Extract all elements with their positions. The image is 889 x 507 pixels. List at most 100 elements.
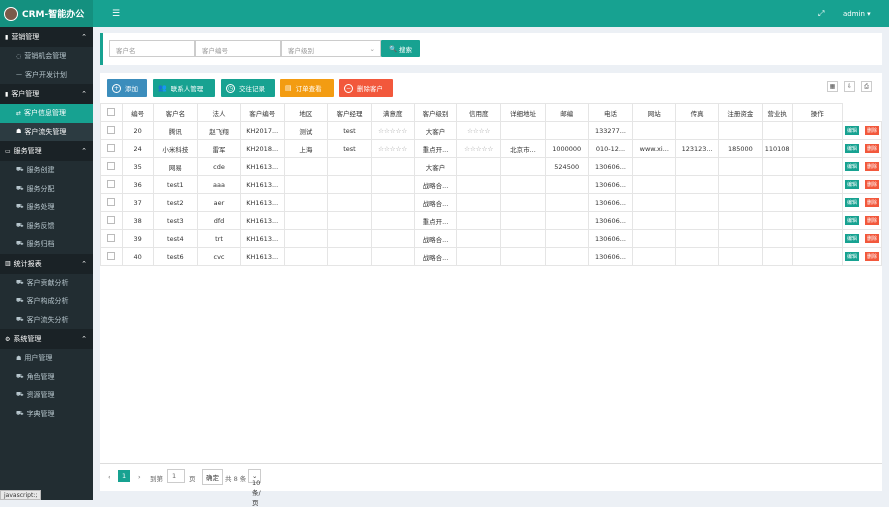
sidebar-group-customer[interactable]: ▮ 客户管理 ⌃: [0, 84, 93, 104]
page-size-select[interactable]: 10 条/页 ⌄: [248, 469, 262, 507]
edit-button[interactable]: 编辑: [844, 126, 859, 135]
sidebar-item-resources[interactable]: ⛟ 资源管理: [0, 386, 93, 405]
column-header[interactable]: 信用度: [456, 103, 502, 122]
sidebar-item-service-assign[interactable]: ⛟ 服务分配: [0, 180, 93, 199]
column-header[interactable]: 地区: [283, 103, 329, 122]
sidebar-item-dictionary[interactable]: ⛟ 字典管理: [0, 405, 93, 424]
row-checkbox[interactable]: [107, 125, 116, 134]
row-checkbox[interactable]: [107, 215, 116, 224]
edit-button[interactable]: 编辑: [844, 216, 859, 225]
row-checkbox-cell[interactable]: [100, 229, 123, 248]
table-row[interactable]: 38 test3 dfd KH1613... 重点开... 130606... 编辑 删除: [100, 211, 883, 230]
sidebar-item-customer-info[interactable]: ⇄ 客户信息管理: [0, 104, 93, 123]
fullscreen-icon[interactable]: ⤢: [818, 9, 824, 19]
sidebar-item-composition[interactable]: ⛟ 客户构成分析: [0, 292, 93, 311]
table-row[interactable]: 24 小米科技 雷军 KH2018... 上海 test ☆☆☆☆☆ 重点开... ☆☆☆☆☆ 北…: [100, 139, 883, 158]
row-checkbox[interactable]: [107, 197, 116, 206]
edit-button[interactable]: 编辑: [844, 252, 859, 261]
edit-button[interactable]: 编辑: [844, 180, 859, 189]
column-header[interactable]: 注册资金: [718, 103, 763, 122]
delete-button[interactable]: 删除: [864, 162, 879, 171]
user-menu[interactable]: admin ▾: [843, 10, 871, 18]
column-header[interactable]: 网站: [632, 103, 677, 122]
column-header[interactable]: 客户名: [152, 103, 199, 122]
delete-button[interactable]: 删除: [864, 180, 879, 189]
delete-customer-button[interactable]: − 删除客户: [339, 79, 393, 97]
delete-button[interactable]: 删除: [864, 198, 879, 207]
row-checkbox[interactable]: [107, 143, 116, 152]
column-header[interactable]: 电话: [587, 103, 634, 122]
row-checkbox[interactable]: [107, 251, 116, 260]
sidebar-group-reports[interactable]: ▥ 统计报表 ⌃: [0, 253, 93, 274]
row-checkbox[interactable]: [107, 161, 116, 170]
orders-button[interactable]: ▤ 订单查看: [280, 79, 334, 97]
sidebar-item-service-archive[interactable]: ⛟ 服务归档: [0, 235, 93, 254]
customer-id-input[interactable]: 客户编号: [195, 40, 281, 57]
column-header[interactable]: 邮编: [544, 103, 589, 122]
delete-button[interactable]: 删除: [864, 144, 879, 153]
edit-button[interactable]: 编辑: [844, 144, 859, 153]
delete-button[interactable]: 删除: [864, 216, 879, 225]
row-checkbox-cell[interactable]: [100, 121, 123, 140]
row-checkbox[interactable]: [107, 179, 116, 188]
column-header[interactable]: 客户经理: [327, 103, 372, 122]
row-checkbox-cell[interactable]: [100, 193, 123, 212]
sidebar-item-users[interactable]: ☗ 用户管理: [0, 349, 93, 368]
prev-page-icon[interactable]: ‹: [108, 473, 111, 481]
columns-icon[interactable]: ▦: [827, 81, 838, 92]
sidebar-item-roles[interactable]: ⛟ 角色管理: [0, 368, 93, 387]
sidebar-item-loss-analysis[interactable]: ⛟ 客户流失分析: [0, 311, 93, 330]
goto-page-input[interactable]: 1: [167, 469, 185, 483]
delete-button[interactable]: 删除: [864, 126, 879, 135]
column-header[interactable]: 编号: [121, 103, 154, 122]
edit-button[interactable]: 编辑: [844, 198, 859, 207]
goto-confirm-button[interactable]: 确定: [202, 469, 223, 485]
sidebar-group-marketing[interactable]: ▮ 营销管理 ⌃: [0, 27, 93, 47]
next-page-icon[interactable]: ›: [138, 473, 141, 481]
column-header[interactable]: 详细地址: [500, 103, 546, 122]
table-row[interactable]: 40 test6 cvc KH1613... 战略合... 130606... 编辑 删除: [100, 247, 883, 266]
sidebar-item-customer-loss[interactable]: ☗ 客户流失管理: [0, 122, 93, 141]
sidebar-item-opportunity[interactable]: ◌ 营销机会管理: [0, 47, 93, 66]
row-checkbox-cell[interactable]: [100, 139, 123, 158]
records-button[interactable]: ◷ 交往记录: [221, 79, 275, 97]
column-header[interactable]: 传真: [675, 103, 720, 122]
edit-button[interactable]: 编辑: [844, 162, 859, 171]
sidebar-group-service[interactable]: ▭ 服务管理 ⌃: [0, 141, 93, 161]
column-header[interactable]: 操作: [791, 103, 843, 122]
column-header[interactable]: 营业执: [761, 103, 793, 122]
table-row[interactable]: 36 test1 aaa KH1613... 战略合... 130606... 编辑 删除: [100, 175, 883, 194]
table-row[interactable]: 20 腾讯 赵飞翔 KH2017... 测试 test ☆☆☆☆☆ 大客户 ☆☆☆☆ 133277…: [100, 121, 883, 140]
row-checkbox-cell[interactable]: [100, 247, 123, 266]
delete-button[interactable]: 删除: [864, 252, 879, 261]
search-button[interactable]: 🔍 搜索: [381, 40, 420, 57]
print-icon[interactable]: ⎙: [861, 81, 872, 92]
delete-button[interactable]: 删除: [864, 234, 879, 243]
row-checkbox[interactable]: [107, 233, 116, 242]
sidebar-item-dev-plan[interactable]: — 客户开发计划: [0, 66, 93, 85]
sidebar-item-contribution[interactable]: ⛟ 客户贡献分析: [0, 274, 93, 293]
sidebar-item-service-feedback[interactable]: ⛟ 服务反馈: [0, 217, 93, 236]
add-button[interactable]: + 添加: [107, 79, 147, 97]
row-checkbox-cell[interactable]: [100, 211, 123, 230]
page-1-button[interactable]: 1: [118, 470, 131, 482]
table-row[interactable]: 39 test4 trt KH1613... 战略合... 130606... 编辑 删除: [100, 229, 883, 248]
customer-name-input[interactable]: 客户名: [109, 40, 195, 57]
sidebar-group-system[interactable]: ⚙ 系统管理 ⌃: [0, 329, 93, 349]
sidebar-item-service-create[interactable]: ⛟ 服务创建: [0, 161, 93, 180]
customer-level-select[interactable]: 客户级别 ⌄: [281, 40, 381, 57]
row-checkbox-cell[interactable]: [100, 175, 123, 194]
sidebar-item-service-process[interactable]: ⛟ 服务处理: [0, 198, 93, 217]
table-row[interactable]: 37 test2 aer KH1613... 战略合... 130606... 编辑 删除: [100, 193, 883, 212]
column-header[interactable]: 客户编号: [239, 103, 285, 122]
column-header[interactable]: 满意度: [370, 103, 415, 122]
contacts-button[interactable]: 👥 联系人管理: [153, 79, 215, 97]
table-row[interactable]: 35 网易 cde KH1613... 大客户 524500 130606... 编辑 删除: [100, 157, 883, 176]
app-logo[interactable]: CRM-智能办公: [0, 0, 93, 27]
export-icon[interactable]: ⇩: [844, 81, 855, 92]
row-checkbox-cell[interactable]: [100, 157, 123, 176]
edit-button[interactable]: 编辑: [844, 234, 859, 243]
select-all-checkbox-cell[interactable]: [100, 103, 123, 122]
select-all-checkbox[interactable]: [107, 107, 116, 116]
sidebar-toggle-icon[interactable]: ☰: [112, 9, 120, 19]
